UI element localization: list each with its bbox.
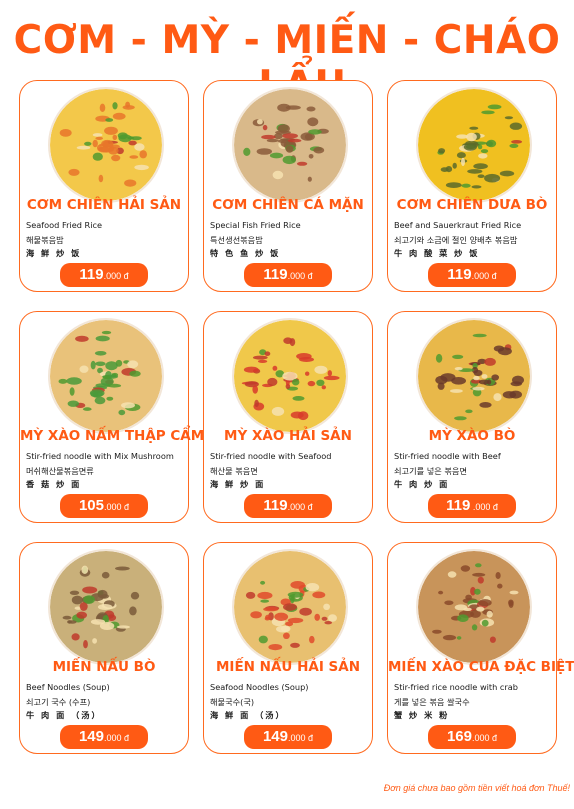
price-badge: 169.000 đ [428, 725, 516, 749]
dish-name-korean: 쇠고기를 넣은 볶음면 [394, 466, 467, 476]
menu-item-card[interactable]: MỲ XÀO BÒ Stir-fried noodle with Beef 쇠고… [387, 311, 557, 523]
dish-name-korean: 해물국수(국) [210, 697, 255, 707]
dish-name-english: Stir-fried rice noodle with crab [394, 682, 518, 692]
price-unit: .000 đ [103, 271, 129, 281]
dish-name: CƠM CHIÊN HẢI SẢN [26, 197, 182, 213]
price-unit: .000 đ [287, 271, 313, 281]
dish-name-korean: 해물볶음밥 [26, 235, 64, 245]
tax-note: Đơn giá chưa bao gồm tiền viết hoá đơn T… [383, 783, 570, 793]
price-unit: .000 đ [287, 502, 313, 512]
dish-name: MIẾN NẤU HẢI SẢN [215, 659, 361, 675]
price-unit: .000 đ [472, 733, 498, 743]
dish-name-chinese: 特 色 鱼 炒 饭 [210, 248, 281, 258]
menu-item-card[interactable]: CƠM CHIÊN HẢI SẢN Seafood Fried Rice 해물볶… [19, 80, 189, 292]
dish-name: MỲ XÀO HẢI SẢN [224, 428, 352, 444]
dish-name-korean: 머쉬해산물볶음면류 [26, 466, 94, 476]
dish-name-chinese: 牛 肉 炒 面 [394, 479, 450, 489]
dish-name-english: Special Fish Fried Rice [210, 220, 301, 230]
price-unit: .000 đ [471, 271, 497, 281]
dish-name: MỲ XÀO BÒ [428, 428, 516, 444]
dish-name-chinese: 牛 肉 面 （汤） [26, 710, 102, 720]
dish-name-english: Seafood Noodles (Soup) [210, 682, 309, 692]
price-badge: 119 .000 đ [428, 494, 516, 518]
dish-name-korean: 쇠고기 국수 (수프) [26, 697, 91, 707]
dish-illustration [50, 89, 162, 201]
dish-name-chinese: 海 鲜 炒 面 [210, 479, 266, 489]
dish-photo [48, 549, 164, 665]
dish-name-english: Seafood Fried Rice [26, 220, 103, 230]
dish-name-korean: 해산물 볶음면 [210, 466, 258, 476]
dish-name: CƠM CHIÊN DƯA BÒ [396, 197, 548, 213]
price-badge: 119.000 đ [244, 494, 332, 518]
menu-item-card[interactable]: MỲ XÀO NẤM THẬP CẨM Stir-fried noodle wi… [19, 311, 205, 523]
price-badge: 149.000 đ [60, 725, 148, 749]
price-main: 119 [446, 497, 471, 514]
price-unit: .000 đ [288, 733, 314, 743]
menu-item-card[interactable]: CƠM CHIÊN CÁ MẶN Special Fish Fried Rice… [203, 80, 373, 292]
dish-photo [232, 549, 348, 665]
dish-name-korean: 쇠고기와 소금에 절인 양배추 볶음밥 [394, 235, 518, 245]
price-unit: .000 đ [104, 502, 130, 512]
dish-name: MIẾN NẤU BÒ [52, 659, 156, 675]
dish-name-english: Beef Noodles (Soup) [26, 682, 110, 692]
dish-name-chinese: 海 鲜 炒 饭 [26, 248, 82, 258]
menu-item-card[interactable]: MIẾN XÀO CUA ĐẶC BIỆT Stir-fried rice no… [387, 542, 574, 754]
price-badge: 119.000 đ [60, 263, 148, 287]
menu-item-card[interactable]: MIẾN NẤU HẢI SẢN Seafood Noodles (Soup) … [203, 542, 373, 754]
dish-illustration [234, 320, 346, 432]
dish-name-korean: 특선생선볶음밥 [210, 235, 263, 245]
dish-illustration [234, 89, 346, 201]
menu-item-card[interactable]: CƠM CHIÊN DƯA BÒ Beef and Sauerkraut Fri… [387, 80, 557, 292]
dish-name: CƠM CHIÊN CÁ MẶN [212, 197, 364, 213]
menu-item-card[interactable]: MIẾN NẤU BÒ Beef Noodles (Soup) 쇠고기 국수 (… [19, 542, 189, 754]
price-main: 119 [263, 497, 288, 514]
dish-name-chinese: 香 菇 炒 面 [26, 479, 82, 489]
dish-photo [416, 549, 532, 665]
dish-name-english: Stir-fried noodle with Mix Mushroom [26, 451, 174, 461]
price-main: 105 [78, 497, 104, 514]
dish-name: MIẾN XÀO CUA ĐẶC BIỆT [388, 659, 574, 675]
dish-photo [416, 318, 532, 434]
price-main: 169 [446, 728, 472, 745]
dish-name-chinese: 牛 肉 酸 菜 炒 饭 [394, 248, 480, 258]
dish-name-english: Stir-fried noodle with Beef [394, 451, 501, 461]
dish-photo [416, 87, 532, 203]
dish-name-korean: 게를 넣은 볶음 쌀국수 [394, 697, 470, 707]
dish-photo [232, 318, 348, 434]
price-badge: 149.000 đ [244, 725, 332, 749]
dish-photo [48, 318, 164, 434]
dish-name-english: Stir-fried noodle with Seafood [210, 451, 332, 461]
price-main: 149 [262, 728, 288, 745]
dish-illustration [418, 89, 530, 201]
dish-illustration [50, 320, 162, 432]
price-main: 119 [79, 266, 104, 283]
dish-photo [48, 87, 164, 203]
dish-illustration [50, 551, 162, 663]
menu-item-card[interactable]: MỲ XÀO HẢI SẢN Stir-fried noodle with Se… [203, 311, 373, 523]
price-unit: .000 đ [470, 502, 498, 512]
price-badge: 105.000 đ [60, 494, 148, 518]
dish-name: MỲ XÀO NẤM THẬP CẨM [20, 428, 205, 444]
dish-name-english: Beef and Sauerkraut Fried Rice [394, 220, 522, 230]
price-main: 119 [447, 266, 472, 283]
price-unit: .000 đ [104, 733, 130, 743]
dish-photo [232, 87, 348, 203]
dish-illustration [418, 551, 530, 663]
price-badge: 119.000 đ [244, 263, 332, 287]
price-main: 149 [78, 728, 104, 745]
dish-illustration [234, 551, 346, 663]
dish-name-chinese: 海 鲜 面 （汤） [210, 710, 286, 720]
price-main: 119 [263, 266, 288, 283]
price-badge: 119.000 đ [428, 263, 516, 287]
dish-illustration [418, 320, 530, 432]
dish-name-chinese: 蟹 炒 米 粉 [394, 710, 450, 720]
